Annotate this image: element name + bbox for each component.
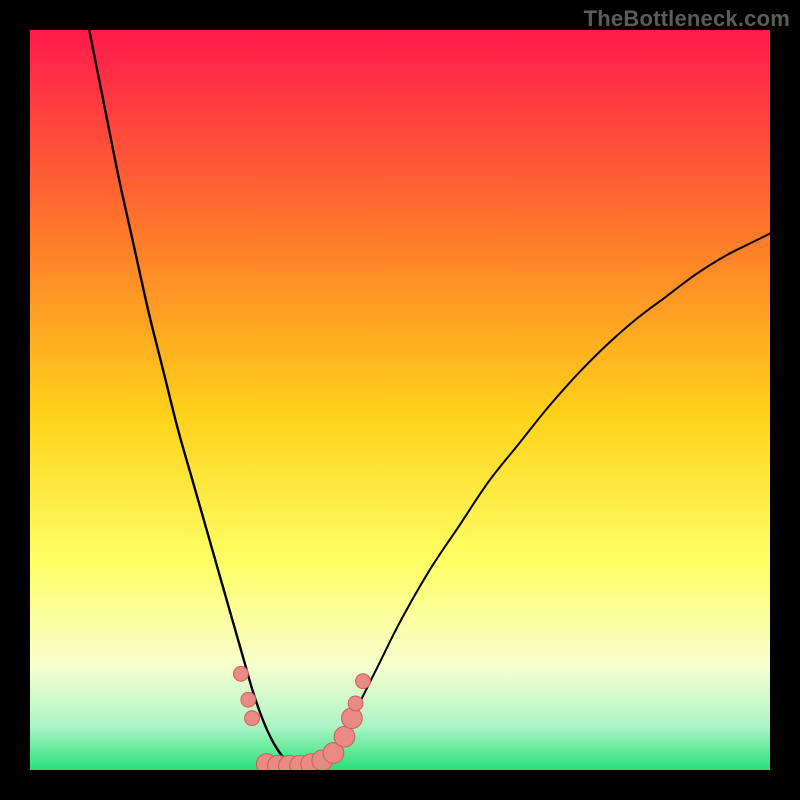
data-dot xyxy=(348,696,363,711)
data-dot xyxy=(241,692,256,707)
data-dot xyxy=(245,711,260,726)
data-dot xyxy=(334,726,355,747)
chart-stage: TheBottleneck.com xyxy=(0,0,800,800)
gradient-background xyxy=(30,30,770,770)
data-dot xyxy=(356,674,371,689)
chart-svg xyxy=(30,30,770,770)
data-dot xyxy=(342,708,363,729)
data-dot xyxy=(234,666,249,681)
plot-area xyxy=(30,30,770,770)
watermark-text: TheBottleneck.com xyxy=(584,6,790,32)
